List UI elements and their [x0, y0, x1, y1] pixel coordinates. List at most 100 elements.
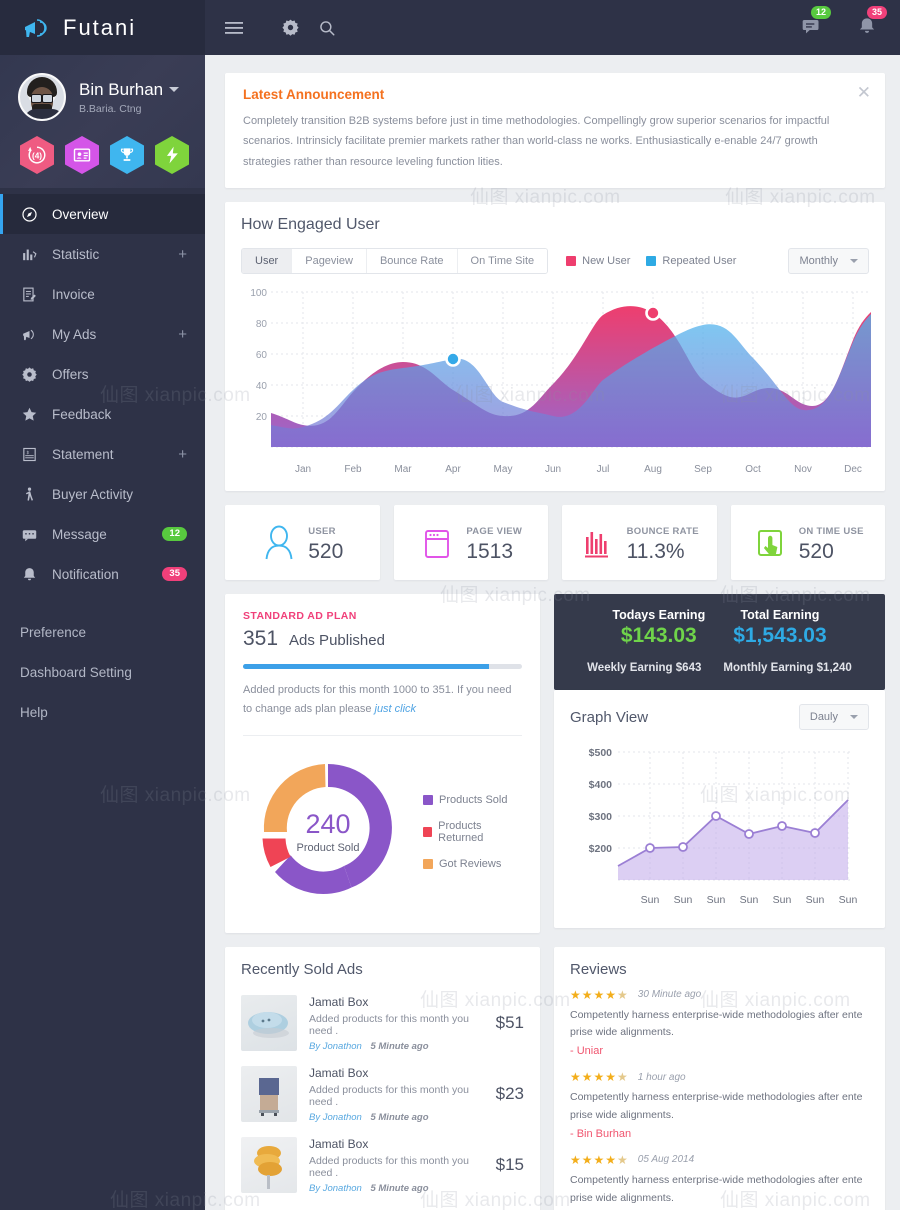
level-badge[interactable]: (4) [20, 136, 54, 174]
tab-user[interactable]: User [242, 249, 293, 274]
walker-icon [20, 485, 38, 503]
svg-text:$400: $400 [589, 779, 613, 791]
sidebar-item-dashboard-setting[interactable]: Dashboard Setting [0, 652, 205, 692]
legend-swatch [423, 827, 433, 838]
stat-card-bounce-rate[interactable]: BOUNCE RATE 11.3% [562, 505, 717, 581]
sidebar-item-my-ads[interactable]: My Ads + [0, 314, 205, 354]
certificate-badge[interactable] [65, 136, 99, 174]
sidebar-item-label: Statistic [52, 246, 100, 262]
sidebar-item-message[interactable]: Message 12 [0, 514, 205, 554]
stat-card-user[interactable]: USER 520 [225, 505, 380, 581]
item-author[interactable]: By Jonathon [309, 1183, 362, 1194]
todays-earning: Todays Earning $143.03 [606, 608, 711, 648]
sidebar-nav: Overview Statistic + Invoice My Ads + Of… [0, 188, 205, 732]
navy-box-thumb [241, 1066, 297, 1123]
topbar-message-button[interactable]: 12 [800, 6, 831, 40]
main-area: 12 35 Latest Announcement Completely tra… [205, 0, 900, 1210]
bell-icon [20, 565, 38, 583]
svg-text:Apr: Apr [445, 464, 461, 475]
profile-location: B.Baria. Ctng [79, 102, 142, 115]
sidebar-item-preference[interactable]: Preference [0, 612, 205, 652]
sidebar-item-statement[interactable]: $ Statement + [0, 434, 205, 474]
ad-plan-count: 351 [243, 627, 279, 651]
dropdown-value: Monthly [799, 255, 838, 268]
ad-plan-progress-fill [243, 664, 489, 670]
svg-text:Sun: Sun [773, 894, 792, 906]
trophy-badge[interactable] [110, 136, 144, 174]
list-item[interactable]: Jamati Box Added products for this month… [241, 1130, 524, 1201]
marker-new-user-aug [645, 305, 661, 321]
compass-icon [20, 205, 38, 223]
close-icon[interactable]: ✕ [857, 84, 871, 101]
hamburger-icon[interactable] [225, 20, 245, 36]
donut-chart: 240 Product Sold [243, 750, 413, 915]
review-text: Competently harness enterprise-wide meth… [570, 1091, 863, 1122]
svg-text:Oct: Oct [745, 464, 761, 475]
user-icon [261, 524, 297, 562]
expand-plus-icon[interactable]: + [178, 327, 187, 342]
sidebar-item-overview[interactable]: Overview [0, 194, 205, 234]
svg-text:Sun: Sun [707, 894, 726, 906]
sidebar-item-statistic[interactable]: Statistic + [0, 234, 205, 274]
tab-on-time-site[interactable]: On Time Site [457, 249, 548, 274]
tab-bounce-rate[interactable]: Bounce Rate [366, 249, 458, 274]
reviews-card: Reviews ★★★★★ 30 Minute ago Competently … [554, 946, 885, 1210]
expand-plus-icon[interactable]: + [178, 447, 187, 462]
search-icon[interactable] [318, 19, 336, 37]
brand[interactable]: Futani [0, 0, 205, 55]
item-author[interactable]: By Jonathon [309, 1041, 362, 1052]
blue-helmet-thumb [241, 995, 297, 1052]
review-time: 30 Minute ago [637, 989, 702, 1001]
sidebar-item-notification[interactable]: Notification 35 [0, 554, 205, 594]
list-item[interactable]: Jamati Box Added products for this month… [241, 988, 524, 1059]
gear-icon[interactable] [281, 18, 300, 37]
item-time: 5 Minute ago [370, 1182, 429, 1194]
stat-value: 520 [308, 540, 344, 564]
list-item[interactable]: Jamati Box Added products for this month… [241, 1059, 524, 1130]
svg-text:(4): (4) [32, 152, 42, 161]
stat-label: USER [308, 526, 336, 538]
engagement-period-dropdown[interactable]: Monthly [788, 248, 869, 275]
browser-icon [419, 524, 455, 562]
profile-panel: Bin Burhan B.Baria. Ctng (4) [0, 55, 205, 188]
item-name: Jamati Box [309, 994, 369, 1009]
item-description: Added products for this month you need . [309, 1154, 469, 1179]
review-author: - Bin Burhan [570, 1127, 632, 1140]
svg-text:Jun: Jun [545, 464, 561, 475]
review-time: 05 Aug 2014 [637, 1154, 695, 1166]
legend-label: Products Sold [439, 794, 508, 807]
sidebar-item-invoice[interactable]: Invoice [0, 274, 205, 314]
todays-earning-value: $143.03 [620, 624, 697, 648]
svg-text:Sun: Sun [641, 894, 660, 906]
stat-label: ON TIME USE [798, 526, 864, 538]
legend-swatch [423, 795, 433, 806]
item-time: 5 Minute ago [370, 1040, 429, 1052]
tab-pageview[interactable]: Pageview [292, 249, 367, 274]
gear-icon [20, 365, 38, 383]
item-author[interactable]: By Jonathon [309, 1112, 362, 1123]
message-count-badge: 12 [810, 6, 831, 19]
legend-got-reviews: Got Reviews [423, 858, 522, 870]
sidebar-item-buyer-activity[interactable]: Buyer Activity [0, 474, 205, 514]
sidebar-item-offers[interactable]: Offers [0, 354, 205, 394]
bottom-row: Recently Sold Ads Jamati Box Added produ… [225, 946, 885, 1210]
stat-value: 520 [798, 540, 834, 564]
stat-card-page-view[interactable]: PAGE VIEW 1513 [393, 505, 548, 581]
stat-card-on-time-use[interactable]: ON TIME USE 520 [730, 505, 885, 581]
just-click-link[interactable]: just click [375, 703, 417, 715]
legend-repeated-user: Repeated User [646, 255, 736, 267]
profile-name-row[interactable]: Bin Burhan [79, 80, 180, 100]
power-badge[interactable] [155, 136, 189, 174]
graph-view-period-dropdown[interactable]: Dauly [798, 704, 869, 731]
expand-plus-icon[interactable]: + [178, 247, 187, 262]
legend-label: New User [582, 255, 631, 268]
svg-text:$200: $200 [589, 843, 613, 855]
chevron-down-icon [850, 715, 858, 720]
brand-name: Futani [63, 14, 137, 40]
tap-icon [752, 524, 788, 562]
graph-view-area-chart: $500 $400 $300 $200 Sun Sun Sun Sun Sun … [570, 738, 869, 918]
dropdown-value: Dauly [809, 711, 838, 724]
sidebar-item-help[interactable]: Help [0, 692, 205, 732]
topbar-notification-button[interactable]: 35 [856, 6, 887, 40]
sidebar-item-feedback[interactable]: Feedback [0, 394, 205, 434]
